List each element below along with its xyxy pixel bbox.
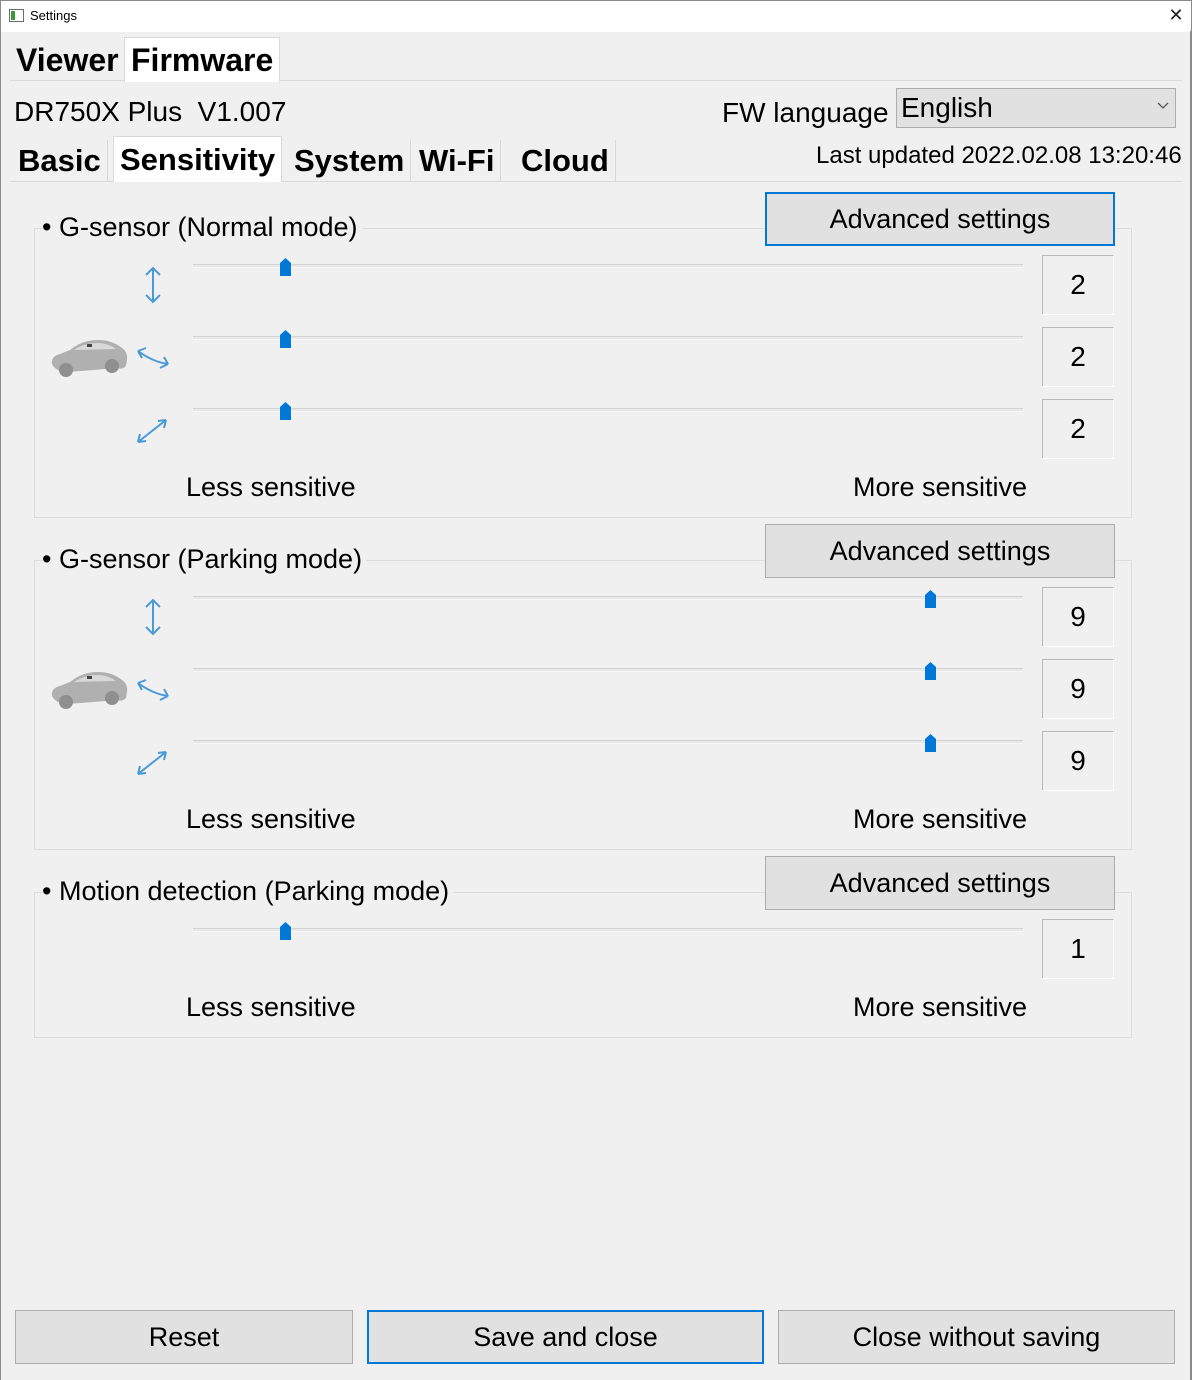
value-box-normal-diagonal: 2 [1042,399,1114,459]
value-box-motion: 1 [1042,919,1114,979]
tab-wifi[interactable]: Wi-Fi [413,140,502,181]
diagonal-arrow-icon [133,410,173,450]
tab-basic[interactable]: Basic [12,140,108,181]
title-bar [0,0,1192,32]
advanced-settings-button-motion[interactable]: Advanced settings [765,856,1115,910]
slider-track-normal-vertical[interactable] [193,264,1023,268]
car-icon [48,664,130,714]
vertical-arrow-icon [133,597,173,637]
slider-thumb-normal-vertical[interactable] [279,258,291,276]
last-updated-text: Last updated 2022.02.08 13:20:46 [816,142,1182,169]
slider-thumb-normal-diagonal[interactable] [279,402,291,420]
tab-viewer[interactable]: Viewer [10,40,125,80]
reset-button[interactable]: Reset [15,1310,353,1364]
window-border-left [0,31,1,1380]
advanced-settings-button-parking[interactable]: Advanced settings [765,524,1115,578]
slider-track-parking-horizontal[interactable] [193,668,1023,672]
slider-track-parking-vertical[interactable] [193,596,1023,600]
slider-track-motion[interactable] [193,928,1023,932]
value-box-normal-horizontal: 2 [1042,327,1114,387]
fw-language-select[interactable]: English [896,88,1176,128]
less-sensitive-label: Less sensitive [186,804,356,834]
device-model-version: DR750X Plus V1.007 [14,96,287,127]
group-title-motion-detection: • Motion detection (Parking mode) [42,876,454,907]
close-without-saving-button[interactable]: Close without saving [778,1310,1175,1364]
car-icon [48,332,130,382]
save-and-close-button[interactable]: Save and close [367,1310,764,1364]
fw-language-label: FW language [722,97,889,128]
slider-thumb-normal-horizontal[interactable] [279,330,291,348]
slider-thumb-parking-horizontal[interactable] [925,662,937,680]
slider-track-parking-diagonal[interactable] [193,740,1023,744]
advanced-settings-button-normal[interactable]: Advanced settings [765,192,1115,246]
slider-thumb-parking-vertical[interactable] [925,590,937,608]
diagonal-arrow-icon [133,742,173,782]
less-sensitive-label: Less sensitive [186,992,356,1022]
app-icon [9,9,24,22]
slider-thumb-parking-diagonal[interactable] [925,734,937,752]
more-sensitive-label: More sensitive [853,804,1028,834]
value-box-normal-vertical: 2 [1042,255,1114,315]
more-sensitive-label: More sensitive [853,472,1028,502]
value-box-parking-vertical: 9 [1042,587,1114,647]
vertical-arrow-icon [133,265,173,305]
slider-thumb-motion[interactable] [279,922,291,940]
chevron-down-icon [1157,97,1169,115]
horizontal-arrow-icon [133,338,173,378]
value-box-parking-horizontal: 9 [1042,659,1114,719]
slider-track-normal-horizontal[interactable] [193,336,1023,340]
tab-firmware[interactable]: Firmware [124,37,281,82]
less-sensitive-label: Less sensitive [186,472,356,502]
tab-system[interactable]: System [288,140,412,181]
window-title: Settings [30,8,77,23]
tab-sensitivity[interactable]: Sensitivity [113,136,283,182]
more-sensitive-label: More sensitive [853,992,1028,1022]
horizontal-arrow-icon [133,670,173,710]
slider-track-normal-diagonal[interactable] [193,408,1023,412]
value-box-parking-diagonal: 9 [1042,731,1114,791]
fw-language-value: English [901,92,993,123]
group-title-gsensor-parking: • G-sensor (Parking mode) [42,544,367,575]
tab-cloud[interactable]: Cloud [515,140,616,181]
close-icon[interactable]: ✕ [1166,4,1186,26]
group-title-gsensor-normal: • G-sensor (Normal mode) [42,212,362,243]
